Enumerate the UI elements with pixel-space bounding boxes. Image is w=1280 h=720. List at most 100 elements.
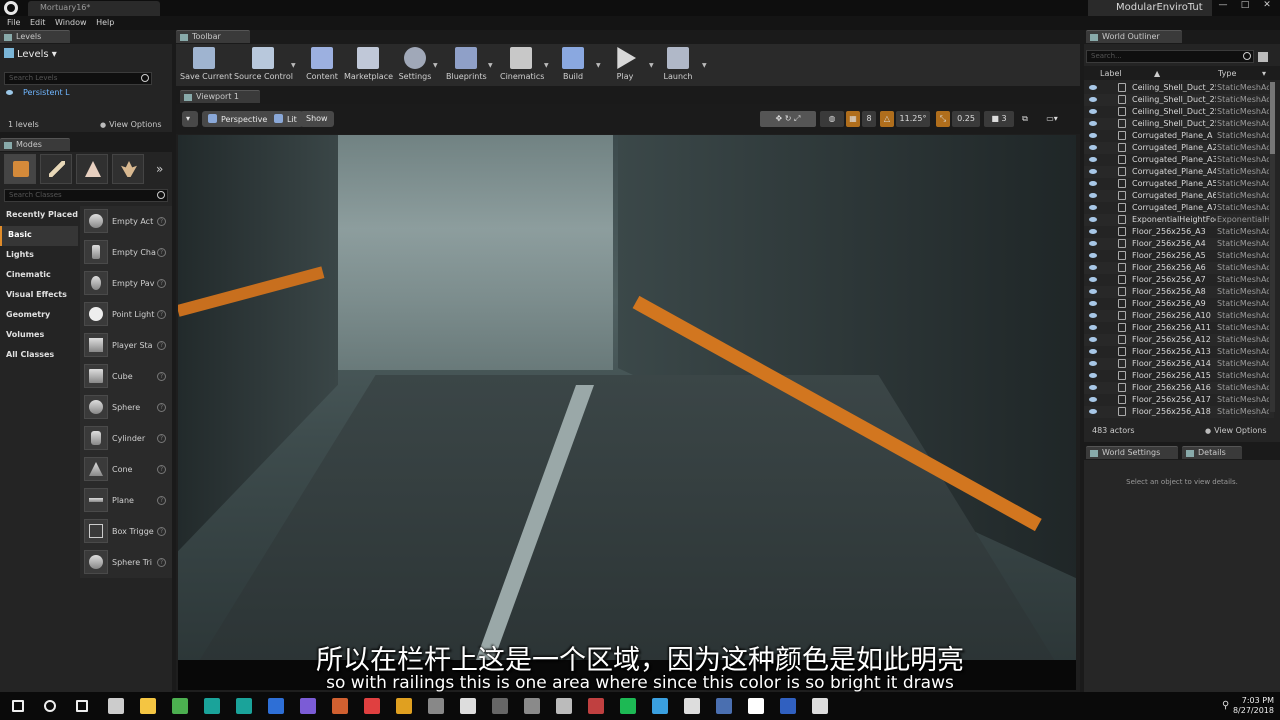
task-view-icon[interactable]	[76, 700, 88, 712]
outliner-row[interactable]: Floor_256x256_A16 StaticMeshAc	[1084, 382, 1274, 394]
help-icon[interactable]: ?	[157, 403, 166, 412]
tab-modes[interactable]: Modes	[0, 138, 70, 151]
app-icon-8[interactable]	[588, 698, 604, 714]
app-icon-10[interactable]	[716, 698, 732, 714]
search-classes-input[interactable]: Search Classes	[4, 189, 168, 202]
source-control-button[interactable]: Source Control	[234, 47, 293, 85]
visibility-eye-icon[interactable]	[1089, 109, 1097, 114]
app-icon-5[interactable]	[460, 698, 476, 714]
outliner-row[interactable]: Ceiling_Shell_Duct_256 StaticMeshAc	[1084, 94, 1274, 106]
visibility-eye-icon[interactable]	[1089, 241, 1097, 246]
category-volumes[interactable]: Volumes	[0, 326, 78, 346]
document-tab[interactable]: Mortuary16*	[28, 1, 160, 16]
settings-button[interactable]: Settings	[398, 47, 432, 85]
launch-button[interactable]: Launch	[662, 47, 694, 85]
category-recently-placed[interactable]: Recently Placed	[0, 206, 78, 226]
help-icon[interactable]: ?	[157, 434, 166, 443]
outliner-row[interactable]: Ceiling_Shell_Duct_256 StaticMeshAc	[1084, 118, 1274, 130]
category-visual-effects[interactable]: Visual Effects	[0, 286, 78, 306]
visibility-eye-icon[interactable]	[1089, 181, 1097, 186]
system-tray[interactable]: 7:03 PM 8/27/2018	[1233, 696, 1274, 716]
levels-view-options[interactable]: View Options	[100, 120, 161, 129]
transform-mode-icons[interactable]: ✥ ↻ ⤢	[760, 111, 816, 127]
category-cinematic[interactable]: Cinematic	[0, 266, 78, 286]
chevron-down-icon[interactable]: ▼	[433, 62, 438, 69]
outliner-row[interactable]: Floor_256x256_A6 StaticMeshAc	[1084, 262, 1274, 274]
outliner-scrollbar[interactable]	[1270, 82, 1275, 412]
visibility-eye-icon[interactable]	[1089, 277, 1097, 282]
column-type[interactable]: Type	[1218, 69, 1236, 78]
visibility-eye-icon[interactable]	[1089, 325, 1097, 330]
show-button[interactable]: Show	[300, 111, 334, 127]
outliner-row[interactable]: Floor_256x256_A10 StaticMeshAc	[1084, 310, 1274, 322]
search-outliner-input[interactable]: Search...	[1086, 50, 1254, 63]
place-item-player-start[interactable]: Player Sta?	[80, 330, 172, 361]
help-icon[interactable]: ?	[157, 527, 166, 536]
help-icon[interactable]: ?	[157, 558, 166, 567]
outliner-row[interactable]: Floor_256x256_A8 StaticMeshAc	[1084, 286, 1274, 298]
scale-snap-icon[interactable]: ⤡	[936, 111, 950, 127]
scene-render[interactable]	[178, 135, 1076, 690]
column-label[interactable]: Label	[1100, 69, 1122, 78]
viewport[interactable]: ▾ Perspective Lit Show ✥ ↻ ⤢ ◍ ▦ 8 △ 11.…	[176, 104, 1080, 692]
place-item-empty-actor[interactable]: Empty Act?	[80, 206, 172, 237]
app-icon-7[interactable]	[556, 698, 572, 714]
place-item-point-light[interactable]: Point Light?	[80, 299, 172, 330]
build-button[interactable]: Build	[560, 47, 586, 85]
place-item-empty-pawn[interactable]: Empty Pav?	[80, 268, 172, 299]
visibility-eye-icon[interactable]	[1089, 217, 1097, 222]
maximize-button[interactable]: □	[1234, 0, 1256, 10]
visibility-eye-icon[interactable]	[1089, 229, 1097, 234]
rotation-snap-value[interactable]: 11.25°	[896, 111, 930, 127]
place-mode-button[interactable]	[4, 154, 36, 184]
place-item-box-trigger[interactable]: Box Trigge?	[80, 516, 172, 547]
content-button[interactable]: Content	[304, 47, 340, 85]
photoshop-icon[interactable]	[268, 698, 284, 714]
rotation-snap-icon[interactable]: △	[880, 111, 894, 127]
tab-viewport[interactable]: Viewport 1	[180, 90, 260, 103]
chevron-down-icon[interactable]: ▼	[291, 62, 296, 69]
chevron-down-icon[interactable]: ▼	[544, 62, 549, 69]
levels-header[interactable]: Levels ▾	[4, 48, 57, 60]
app-icon-6[interactable]	[492, 698, 508, 714]
visibility-eye-icon[interactable]	[1089, 169, 1097, 174]
scale-snap-value[interactable]: 0.25	[952, 111, 980, 127]
after-effects-icon[interactable]	[300, 698, 316, 714]
save-current-button[interactable]: Save Current	[180, 47, 232, 85]
chevron-down-icon[interactable]: ▼	[649, 62, 654, 69]
outliner-row[interactable]: Floor_256x256_A14 StaticMeshAc	[1084, 358, 1274, 370]
visibility-eye-icon[interactable]	[1089, 265, 1097, 270]
unreal-icon[interactable]	[812, 698, 828, 714]
place-item-sphere[interactable]: Sphere?	[80, 392, 172, 423]
category-geometry[interactable]: Geometry	[0, 306, 78, 326]
grid-snap-value[interactable]: 8	[862, 111, 876, 127]
outliner-row[interactable]: Corrugated_Plane_A StaticMeshAc	[1084, 130, 1274, 142]
visibility-eye-icon[interactable]	[1089, 373, 1097, 378]
visibility-eye-icon[interactable]	[1089, 397, 1097, 402]
nuke-icon[interactable]	[524, 698, 540, 714]
visibility-eye-icon[interactable]	[1089, 409, 1097, 414]
persistent-level-item[interactable]: Persistent L	[6, 88, 70, 97]
windows-start-icon[interactable]	[12, 700, 24, 712]
chrome-icon[interactable]	[172, 698, 188, 714]
file-explorer-icon[interactable]	[140, 698, 156, 714]
scrollbar-thumb[interactable]	[1270, 82, 1275, 154]
menu-window[interactable]: Window	[55, 16, 87, 27]
visibility-eye-icon[interactable]	[1089, 385, 1097, 390]
help-icon[interactable]: ?	[157, 465, 166, 474]
visibility-eye-icon[interactable]	[1089, 121, 1097, 126]
help-icon[interactable]: ?	[157, 341, 166, 350]
blueprints-button[interactable]: Blueprints	[446, 47, 487, 85]
chevron-down-icon[interactable]: ▼	[702, 62, 707, 69]
minimize-button[interactable]: —	[1212, 0, 1234, 10]
place-item-cone[interactable]: Cone?	[80, 454, 172, 485]
column-type-dropdown-icon[interactable]: ▾	[1262, 69, 1266, 78]
lit-button[interactable]: Lit	[268, 111, 303, 127]
app-icon-12[interactable]	[780, 698, 796, 714]
place-item-sphere-trigger[interactable]: Sphere Tri?	[80, 547, 172, 578]
visibility-eye-icon[interactable]	[1089, 313, 1097, 318]
outliner-row[interactable]: Corrugated_Plane_A6 StaticMeshAc	[1084, 190, 1274, 202]
marketplace-button[interactable]: Marketplace	[344, 47, 393, 85]
visibility-eye-icon[interactable]	[1089, 349, 1097, 354]
place-item-plane[interactable]: Plane?	[80, 485, 172, 516]
